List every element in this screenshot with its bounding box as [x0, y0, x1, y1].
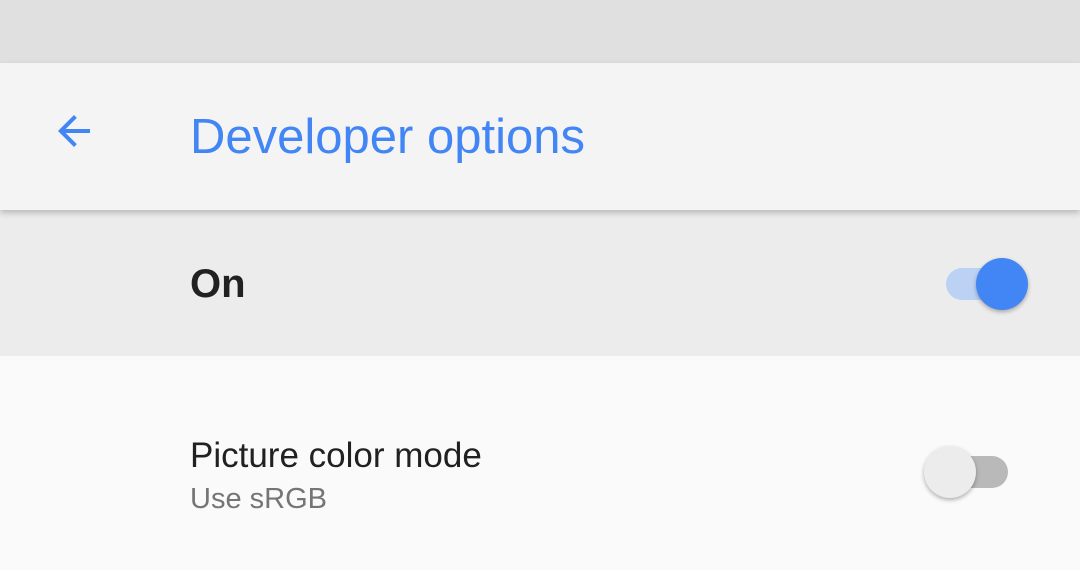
app-bar: Developer options — [0, 63, 1080, 210]
switch-thumb — [924, 446, 976, 498]
arrow-back-icon — [50, 107, 98, 160]
status-bar — [0, 0, 1080, 63]
setting-summary: Use sRGB — [190, 483, 327, 515]
setting-title: Picture color mode — [190, 436, 482, 475]
back-button[interactable] — [36, 95, 112, 171]
master-switch-toggle[interactable] — [944, 258, 1030, 310]
page-title: Developer options — [190, 110, 585, 164]
master-switch-bar[interactable]: On — [0, 210, 1080, 356]
picture-color-mode-toggle[interactable] — [922, 445, 1012, 499]
setting-item-picture-color-mode[interactable]: Picture color mode Use sRGB — [0, 356, 1080, 570]
switch-thumb — [976, 258, 1028, 310]
master-switch-label: On — [190, 262, 246, 306]
